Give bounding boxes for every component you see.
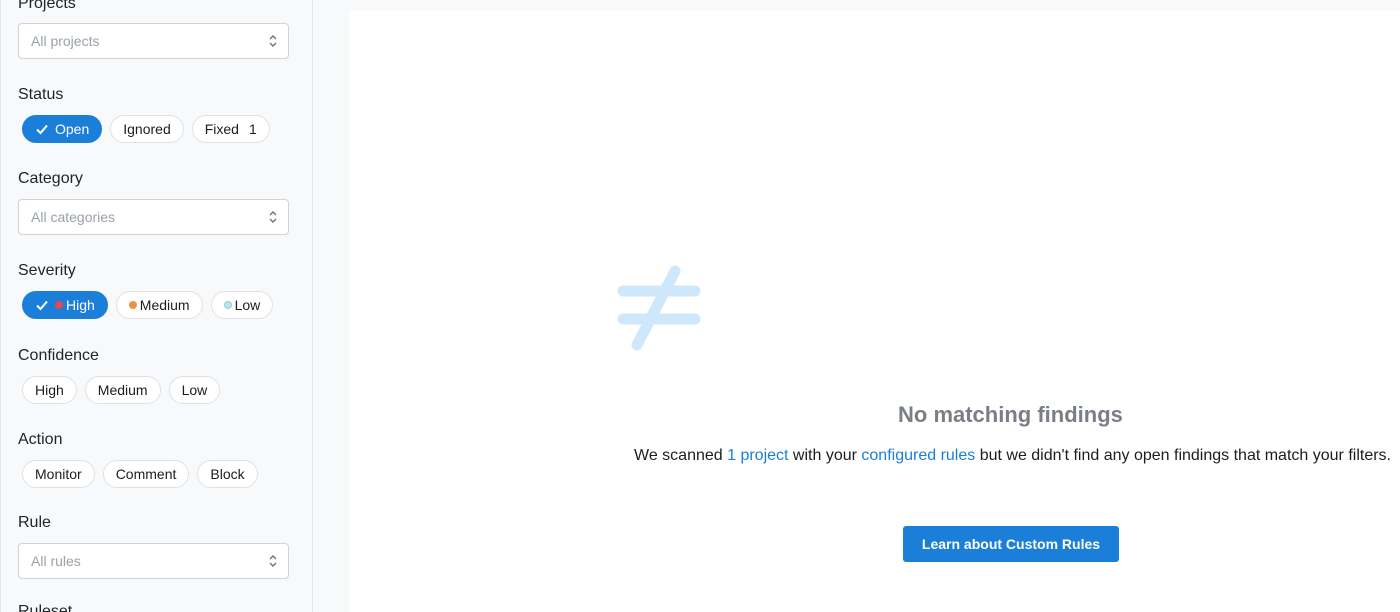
projects-link[interactable]: 1 project	[727, 447, 788, 464]
category-placeholder: All categories	[31, 209, 116, 225]
projects-placeholder: All projects	[31, 33, 100, 49]
confidence-high-label: High	[35, 382, 64, 398]
select-chevron-icon	[269, 555, 277, 567]
rule-placeholder: All rules	[31, 553, 81, 569]
findings-panel	[349, 11, 1400, 612]
empty-state-description: We scanned 1 project with your configure…	[625, 443, 1400, 469]
action-block-pill[interactable]: Block	[197, 460, 258, 488]
check-icon	[36, 124, 48, 135]
severity-low-label: Low	[234, 297, 261, 313]
severity-high-dot	[55, 301, 63, 309]
status-title: Status	[18, 86, 64, 103]
severity-medium-dot	[128, 301, 137, 309]
action-block-label: Block	[210, 466, 245, 482]
empty-desc-suffix: but we didn't find any open findings tha…	[975, 447, 1391, 464]
status-fixed-label: Fixed	[204, 121, 239, 137]
action-title: Action	[18, 431, 63, 448]
action-comment-label: Comment	[115, 466, 177, 482]
action-monitor-label: Monitor	[35, 466, 82, 482]
confidence-title: Confidence	[18, 347, 99, 364]
severity-high-pill[interactable]: High	[22, 291, 108, 319]
category-select[interactable]: All categories	[18, 199, 289, 235]
severity-low-pill[interactable]: Low	[210, 291, 274, 319]
filters-sidebar: Projects All projects Status Open Ignore…	[0, 0, 313, 612]
learn-custom-rules-button[interactable]: Learn about Custom Rules	[903, 526, 1119, 562]
action-comment-pill[interactable]: Comment	[102, 460, 190, 488]
confidence-medium-pill[interactable]: Medium	[84, 376, 161, 404]
severity-high-label: High	[66, 297, 95, 313]
rule-select[interactable]: All rules	[18, 543, 289, 579]
status-options: Open Ignored Fixed 1	[22, 115, 270, 143]
configured-rules-link[interactable]: configured rules	[861, 447, 975, 464]
empty-desc-mid: with your	[788, 447, 862, 464]
severity-medium-pill[interactable]: Medium	[115, 291, 203, 319]
check-icon	[36, 300, 48, 311]
select-chevron-icon	[269, 35, 277, 47]
confidence-medium-label: Medium	[97, 382, 148, 398]
confidence-high-pill[interactable]: High	[22, 376, 77, 404]
projects-title: Projects	[18, 0, 76, 12]
status-fixed-pill[interactable]: Fixed 1	[191, 115, 270, 143]
status-fixed-count: 1	[248, 121, 257, 137]
status-open-pill[interactable]: Open	[22, 115, 103, 143]
not-equal-icon	[617, 265, 701, 351]
empty-desc-prefix: We scanned	[634, 447, 728, 464]
empty-state-title: No matching findings	[898, 402, 1123, 427]
status-open-label: Open	[55, 121, 90, 137]
severity-medium-label: Medium	[139, 297, 190, 313]
select-chevron-icon	[269, 211, 277, 223]
projects-select[interactable]: All projects	[18, 23, 289, 59]
confidence-low-label: Low	[181, 382, 208, 398]
severity-low-dot	[223, 301, 232, 309]
category-title: Category	[18, 170, 83, 187]
severity-options: High Medium Low	[22, 291, 274, 319]
status-ignored-label: Ignored	[123, 121, 171, 137]
status-ignored-pill[interactable]: Ignored	[110, 115, 184, 143]
confidence-options: High Medium Low	[22, 376, 221, 404]
action-monitor-pill[interactable]: Monitor	[22, 460, 95, 488]
confidence-low-pill[interactable]: Low	[168, 376, 221, 404]
severity-title: Severity	[18, 262, 76, 279]
ruleset-title: Ruleset	[18, 603, 73, 612]
rule-title: Rule	[18, 514, 51, 531]
action-options: Monitor Comment Block	[22, 460, 258, 488]
